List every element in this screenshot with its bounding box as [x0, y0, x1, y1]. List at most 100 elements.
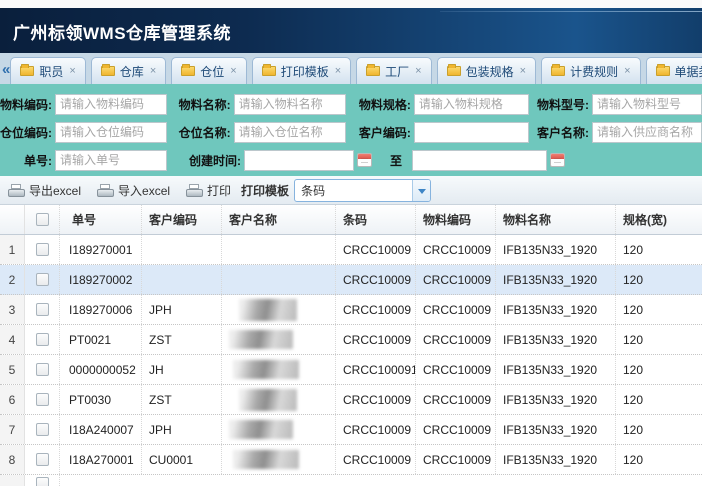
cell-customer-code: ZST — [142, 325, 222, 354]
material-code-label: 物料编码: — [0, 96, 52, 113]
censored-block — [239, 389, 297, 411]
col-header-spec-width[interactable]: 规格(宽) — [616, 205, 702, 234]
table-row[interactable]: 4 PT0021 ZST CRCC10009 CRCC10009 IFB135N… — [0, 325, 702, 355]
row-checkbox[interactable] — [36, 273, 49, 286]
tab-close-icon[interactable]: × — [69, 65, 75, 77]
cell-material-name: IFB135N33_1920 — [496, 235, 616, 264]
tab-factory[interactable]: 工厂 × — [356, 57, 431, 84]
cell-spec-width: 120 — [616, 385, 702, 414]
folder-icon — [101, 66, 115, 76]
row-number: 3 — [0, 295, 25, 324]
tab-staff[interactable]: 职员 × — [10, 57, 85, 84]
select-all-checkbox[interactable] — [36, 213, 49, 226]
censored-block — [229, 330, 293, 349]
col-header-customer-name[interactable]: 客户名称 — [222, 205, 336, 234]
tab-warehouse[interactable]: 仓库 × — [91, 57, 166, 84]
row-checkbox[interactable] — [36, 363, 49, 376]
tab-document-type[interactable]: 单据类型 × — [646, 57, 702, 84]
table-row-selected[interactable]: 2 I189270002 CRCC10009 CRCC10009 IFB135N… — [0, 265, 702, 295]
import-excel-label: 导入excel — [118, 182, 170, 199]
table-row-partial[interactable] — [0, 475, 702, 486]
col-header-customer-code[interactable]: 客户编码 — [142, 205, 222, 234]
export-excel-label: 导出excel — [29, 182, 81, 199]
cell-barcode: CRCC10009 — [336, 325, 416, 354]
table-row[interactable]: 7 I18A240007 JPH CRCC10009 CRCC10009 IFB… — [0, 415, 702, 445]
cell-spec-width: 120 — [616, 355, 702, 384]
results-table: 单号 客户编码 客户名称 条码 物料编码 物料名称 规格(宽) 1 I18927… — [0, 205, 702, 486]
material-name-label: 物料名称: — [167, 96, 231, 113]
calendar-icon[interactable] — [550, 153, 565, 167]
cell-material-code: CRCC10009 — [416, 445, 496, 474]
order-no-input[interactable] — [55, 150, 167, 171]
material-spec-input[interactable] — [414, 94, 529, 115]
cell-barcode: CRCC10009 — [336, 295, 416, 324]
row-checkbox[interactable] — [36, 303, 49, 316]
export-excel-button[interactable]: 导出excel — [8, 182, 81, 199]
row-checkbox[interactable] — [36, 243, 49, 256]
chevron-down-icon[interactable] — [412, 180, 430, 201]
table-row[interactable]: 8 I18A270001 CU0001 CRCC10009 CRCC10009 … — [0, 445, 702, 475]
cell-order-no: 0000000052 — [60, 355, 142, 384]
row-checkbox[interactable] — [36, 333, 49, 346]
create-time-from-input[interactable] — [244, 150, 354, 171]
row-checkbox[interactable] — [36, 393, 49, 406]
folder-icon — [262, 66, 276, 76]
app-header: 广州标领WMS仓库管理系统 — [0, 8, 702, 53]
tab-close-icon[interactable]: × — [230, 65, 236, 77]
col-header-material-name[interactable]: 物料名称 — [496, 205, 616, 234]
calendar-icon[interactable] — [357, 153, 372, 167]
tab-close-icon[interactable]: × — [150, 65, 156, 77]
cell-material-code: CRCC10009 — [416, 295, 496, 324]
row-checkbox[interactable] — [36, 423, 49, 436]
print-label: 打印 — [207, 182, 231, 199]
filter-form: 物料编码: 物料名称: 物料规格: 物料型号: 仓位编码: 仓位名称: 客户编码… — [0, 84, 702, 176]
folder-icon — [366, 66, 380, 76]
cell-material-name: IFB135N33_1920 — [496, 295, 616, 324]
tab-close-icon[interactable]: × — [415, 65, 421, 77]
cell-spec-width: 120 — [616, 415, 702, 444]
cell-customer-code — [142, 265, 222, 294]
tab-bin[interactable]: 仓位 × — [171, 57, 246, 84]
table-row[interactable]: 3 I189270006 JPH CRCC10009 CRCC10009 IFB… — [0, 295, 702, 325]
table-row[interactable]: 1 I189270001 CRCC10009 CRCC10009 IFB135N… — [0, 235, 702, 265]
tab-packaging-spec[interactable]: 包装规格 × — [437, 57, 536, 84]
cell-order-no: I18A270001 — [60, 445, 142, 474]
print-template-select[interactable]: 条码 — [294, 179, 431, 202]
row-checkbox[interactable] — [36, 477, 49, 486]
import-excel-button[interactable]: 导入excel — [97, 182, 170, 199]
create-time-to-input[interactable] — [412, 150, 547, 171]
bin-name-label: 仓位名称: — [167, 124, 231, 141]
cell-spec-width: 120 — [616, 325, 702, 354]
cell-customer-name-censored — [222, 325, 336, 354]
bin-code-label: 仓位编码: — [0, 124, 52, 141]
material-name-input[interactable] — [234, 94, 346, 115]
customer-name-input[interactable] — [592, 122, 702, 143]
folder-icon — [20, 66, 34, 76]
table-row[interactable]: 6 PT0030 ZST CRCC10009 CRCC10009 IFB135N… — [0, 385, 702, 415]
print-button[interactable]: 打印 — [186, 182, 231, 199]
tab-print-template[interactable]: 打印模板 × — [252, 57, 351, 84]
cell-customer-code: ZST — [142, 385, 222, 414]
tab-close-icon[interactable]: × — [624, 65, 630, 77]
cell-barcode: CRCC10009 — [336, 445, 416, 474]
cell-material-name: IFB135N33_1920 — [496, 265, 616, 294]
tab-scroll-left-icon[interactable]: « — [2, 61, 10, 84]
table-row[interactable]: 5 0000000052 JH CRCC100091 CRCC10009 IFB… — [0, 355, 702, 385]
row-checkbox[interactable] — [36, 453, 49, 466]
cell-customer-name-censored — [222, 355, 336, 384]
col-header-material-code[interactable]: 物料编码 — [416, 205, 496, 234]
bin-name-input[interactable] — [234, 122, 346, 143]
tab-close-icon[interactable]: × — [520, 65, 526, 77]
col-header-order-no[interactable]: 单号 — [60, 205, 142, 234]
cell-customer-code: JPH — [142, 295, 222, 324]
tab-billing-rules[interactable]: 计费规则 × — [541, 57, 640, 84]
col-header-barcode[interactable]: 条码 — [336, 205, 416, 234]
material-code-input[interactable] — [55, 94, 167, 115]
tab-close-icon[interactable]: × — [335, 65, 341, 77]
cell-material-name: IFB135N33_1920 — [496, 325, 616, 354]
customer-code-input[interactable] — [414, 122, 529, 143]
browser-chrome-strip — [0, 0, 702, 8]
material-model-input[interactable] — [592, 94, 702, 115]
material-model-label: 物料型号: — [529, 96, 589, 113]
bin-code-input[interactable] — [55, 122, 167, 143]
